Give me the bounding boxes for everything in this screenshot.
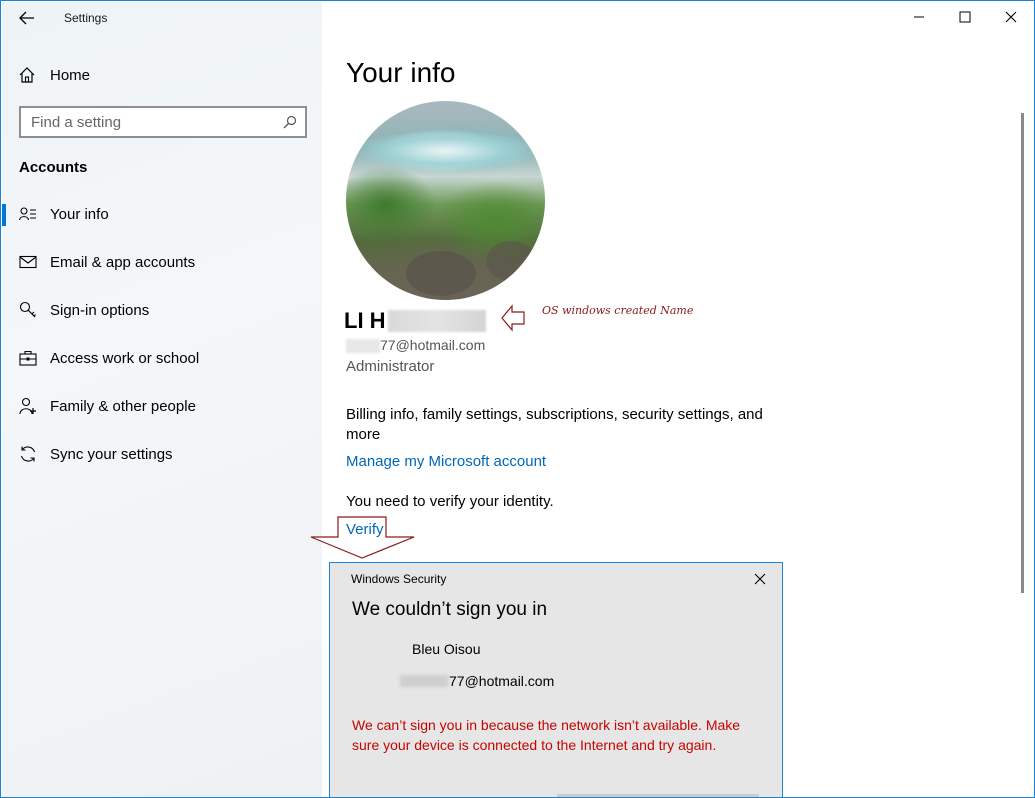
sync-icon: [18, 444, 38, 464]
mail-icon: [18, 252, 38, 272]
sidebar-item-family[interactable]: Family & other people: [2, 382, 322, 430]
account-email-text: 77@hotmail.com: [380, 337, 486, 353]
redaction-blur: [387, 310, 486, 332]
back-arrow-icon: [19, 11, 34, 25]
sidebar-item-sign-in-options[interactable]: Sign-in options: [2, 286, 322, 334]
dialog-error-message: We can’t sign you in because the network…: [352, 717, 741, 753]
sidebar-item-email-accounts[interactable]: Email & app accounts: [2, 238, 322, 286]
annotation-label: OS windows created Name: [542, 304, 694, 317]
redaction-blur: [400, 675, 448, 687]
briefcase-icon: [18, 348, 38, 368]
dialog-user-email: 77@hotmail.com: [400, 673, 554, 689]
sidebar-item-label: Access work or school: [50, 349, 200, 367]
sidebar: Settings Home Accounts: [2, 2, 322, 797]
dialog-title: Windows Security: [351, 572, 447, 586]
windows-security-dialog: Windows Security We couldn’t sign you in…: [329, 562, 783, 797]
rock-graphic: [406, 251, 476, 296]
key-icon: [18, 300, 38, 320]
sidebar-item-label: Email & app accounts: [50, 253, 196, 271]
annotation-arrow-icon: [501, 304, 525, 332]
user-name-text: LI H: [344, 308, 386, 333]
back-button[interactable]: [14, 6, 40, 30]
account-email: 77@hotmail.com: [346, 337, 486, 354]
verify-message: You need to verify your identity.: [346, 493, 554, 510]
section-title: Accounts: [19, 159, 88, 176]
dialog-email-text: 77@hotmail.com: [449, 673, 555, 689]
page-title: Your info: [346, 57, 456, 88]
sidebar-item-sync[interactable]: Sync your settings: [2, 430, 322, 478]
home-icon: [19, 67, 35, 83]
search-box[interactable]: [19, 106, 307, 138]
home-label: Home: [50, 66, 91, 84]
search-icon: [283, 115, 297, 129]
close-icon: [754, 573, 766, 585]
profile-picture: [346, 101, 545, 300]
user-name: LI H: [344, 308, 486, 334]
sidebar-item-label: Your info: [50, 205, 109, 223]
sidebar-nav: Your info Email & app accounts Sign-in o…: [2, 190, 322, 478]
person-card-icon: [18, 204, 38, 224]
dialog-heading: We couldn’t sign you in: [352, 599, 548, 620]
manage-account-link[interactable]: Manage my Microsoft account: [346, 453, 546, 470]
title-bar: Settings: [2, 2, 322, 34]
dialog-close-button[interactable]: [746, 567, 774, 591]
billing-description: Billing info, family settings, subscript…: [346, 406, 763, 443]
dialog-user-name: Bleu Oisou: [412, 641, 481, 657]
sidebar-item-label: Sync your settings: [50, 445, 173, 463]
home-link[interactable]: Home: [18, 62, 308, 88]
sidebar-item-label: Sign-in options: [50, 301, 150, 319]
settings-window: Settings Home Accounts: [0, 0, 1035, 798]
person-add-icon: [18, 396, 38, 416]
sidebar-item-your-info[interactable]: Your info: [2, 190, 322, 238]
app-title: Settings: [64, 11, 108, 25]
verify-link[interactable]: Verify: [346, 521, 384, 538]
sidebar-item-work-school[interactable]: Access work or school: [2, 334, 322, 382]
rock-graphic: [486, 241, 536, 281]
sidebar-item-label: Family & other people: [50, 397, 196, 415]
wave-graphic: [356, 131, 536, 171]
redaction-blur: [346, 339, 380, 354]
account-role: Administrator: [346, 358, 435, 375]
dialog-action-button[interactable]: [557, 794, 759, 797]
search-input[interactable]: [31, 113, 283, 131]
